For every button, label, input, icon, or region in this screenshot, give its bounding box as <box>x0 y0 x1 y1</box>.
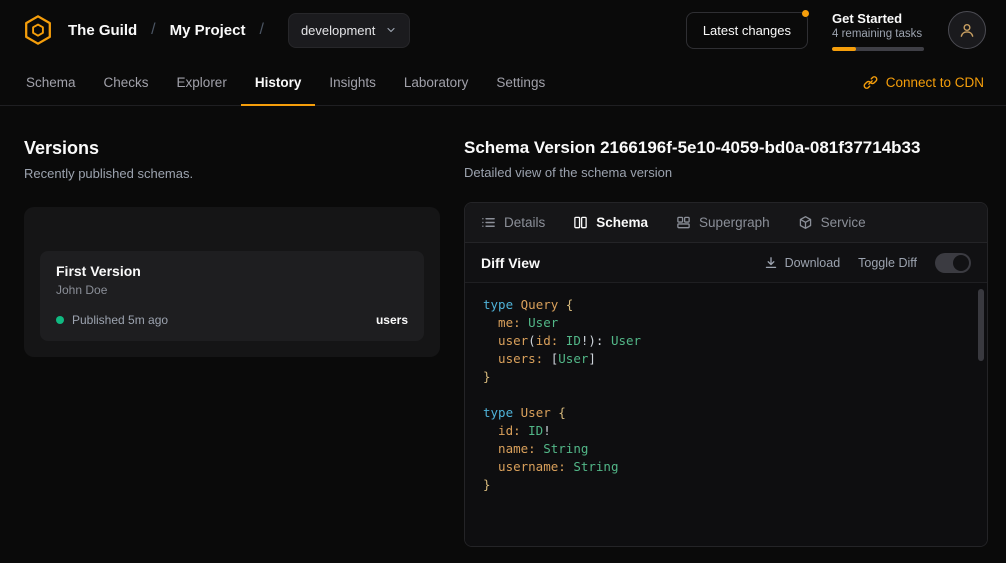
breadcrumb-separator: / <box>149 21 157 39</box>
tab-supergraph-label: Supergraph <box>699 215 770 230</box>
environment-select[interactable]: development <box>288 13 410 48</box>
header: The Guild / My Project / development Lat… <box>0 0 1006 60</box>
latest-changes-button[interactable]: Latest changes <box>686 12 808 49</box>
tab-schema-view[interactable]: Schema <box>573 215 648 230</box>
tab-laboratory[interactable]: Laboratory <box>390 60 483 106</box>
code-area: type Query { me: User user(id: ID!): Use… <box>465 283 987 546</box>
header-right: Latest changes Get Started 4 remaining t… <box>686 10 986 51</box>
get-started-progressbar <box>832 47 924 51</box>
tab-schema-view-label: Schema <box>596 215 648 230</box>
code-scrollbar <box>977 285 985 544</box>
diff-header: Diff View Download Toggle Diff <box>465 243 987 283</box>
tab-supergraph[interactable]: Supergraph <box>676 215 770 230</box>
main-content: Versions Recently published schemas. Fir… <box>0 106 1006 547</box>
schema-version-panel: Details Schema <box>464 202 988 547</box>
version-status-row: Published 5m ago users <box>56 313 408 327</box>
version-list-item[interactable]: First Version John Doe Published 5m ago … <box>40 251 424 341</box>
tab-history[interactable]: History <box>241 60 316 106</box>
scrollbar-thumb[interactable] <box>978 289 984 361</box>
tab-details-label: Details <box>504 215 545 230</box>
connect-to-cdn-label: Connect to CDN <box>886 75 984 90</box>
versions-title: Versions <box>24 138 440 159</box>
org-breadcrumb[interactable]: The Guild <box>68 22 137 39</box>
published-status-dot <box>56 316 64 324</box>
download-icon <box>764 256 778 270</box>
progress-fill <box>832 47 856 51</box>
versions-subtitle: Recently published schemas. <box>24 166 440 181</box>
version-service-badge: users <box>376 313 408 327</box>
columns-icon <box>573 215 588 230</box>
toggle-diff-switch[interactable] <box>935 253 971 273</box>
breadcrumb-separator: / <box>257 21 265 39</box>
version-author: John Doe <box>56 283 408 297</box>
cube-icon <box>798 215 813 230</box>
app-root: The Guild / My Project / development Lat… <box>0 0 1006 547</box>
tab-insights[interactable]: Insights <box>315 60 390 106</box>
switch-knob <box>953 255 969 271</box>
tab-explorer[interactable]: Explorer <box>163 60 241 106</box>
tab-details[interactable]: Details <box>481 215 545 230</box>
notification-dot <box>802 10 809 17</box>
diff-actions: Download Toggle Diff <box>764 253 971 273</box>
grid-icon <box>676 215 691 230</box>
tab-service[interactable]: Service <box>798 215 866 230</box>
user-avatar[interactable] <box>948 11 986 49</box>
code-block[interactable]: type Query { me: User user(id: ID!): Use… <box>483 296 969 494</box>
schema-version-section: Schema Version 2166196f-5e10-4059-bd0a-0… <box>464 138 988 547</box>
latest-changes-label: Latest changes <box>703 23 791 38</box>
toggle-diff-label: Toggle Diff <box>858 256 917 270</box>
environment-value: development <box>301 23 375 38</box>
connect-to-cdn-button[interactable]: Connect to CDN <box>853 60 994 105</box>
versions-section: Versions Recently published schemas. Fir… <box>24 138 440 547</box>
tab-schema[interactable]: Schema <box>12 60 90 106</box>
version-status: Published 5m ago <box>72 313 368 327</box>
diff-view-title: Diff View <box>481 255 540 271</box>
version-name: First Version <box>56 263 408 279</box>
panel-tabs: Details Schema <box>465 203 987 243</box>
versions-card: First Version John Doe Published 5m ago … <box>24 207 440 357</box>
chevron-down-icon <box>385 24 397 36</box>
list-icon <box>481 215 496 230</box>
tab-settings[interactable]: Settings <box>482 60 559 106</box>
download-label: Download <box>785 256 841 270</box>
schema-version-subtitle: Detailed view of the schema version <box>464 165 988 180</box>
get-started-widget[interactable]: Get Started 4 remaining tasks <box>832 10 924 51</box>
link-icon <box>863 75 878 90</box>
user-icon <box>957 20 977 40</box>
download-button[interactable]: Download <box>764 256 841 270</box>
get-started-title: Get Started <box>832 10 924 27</box>
schema-version-title: Schema Version 2166196f-5e10-4059-bd0a-0… <box>464 138 988 158</box>
get-started-subtitle: 4 remaining tasks <box>832 27 924 42</box>
tab-checks[interactable]: Checks <box>90 60 163 106</box>
tab-service-label: Service <box>821 215 866 230</box>
hive-logo-icon <box>20 12 56 48</box>
primary-nav: Schema Checks Explorer History Insights … <box>0 60 1006 106</box>
project-breadcrumb[interactable]: My Project <box>170 22 246 39</box>
